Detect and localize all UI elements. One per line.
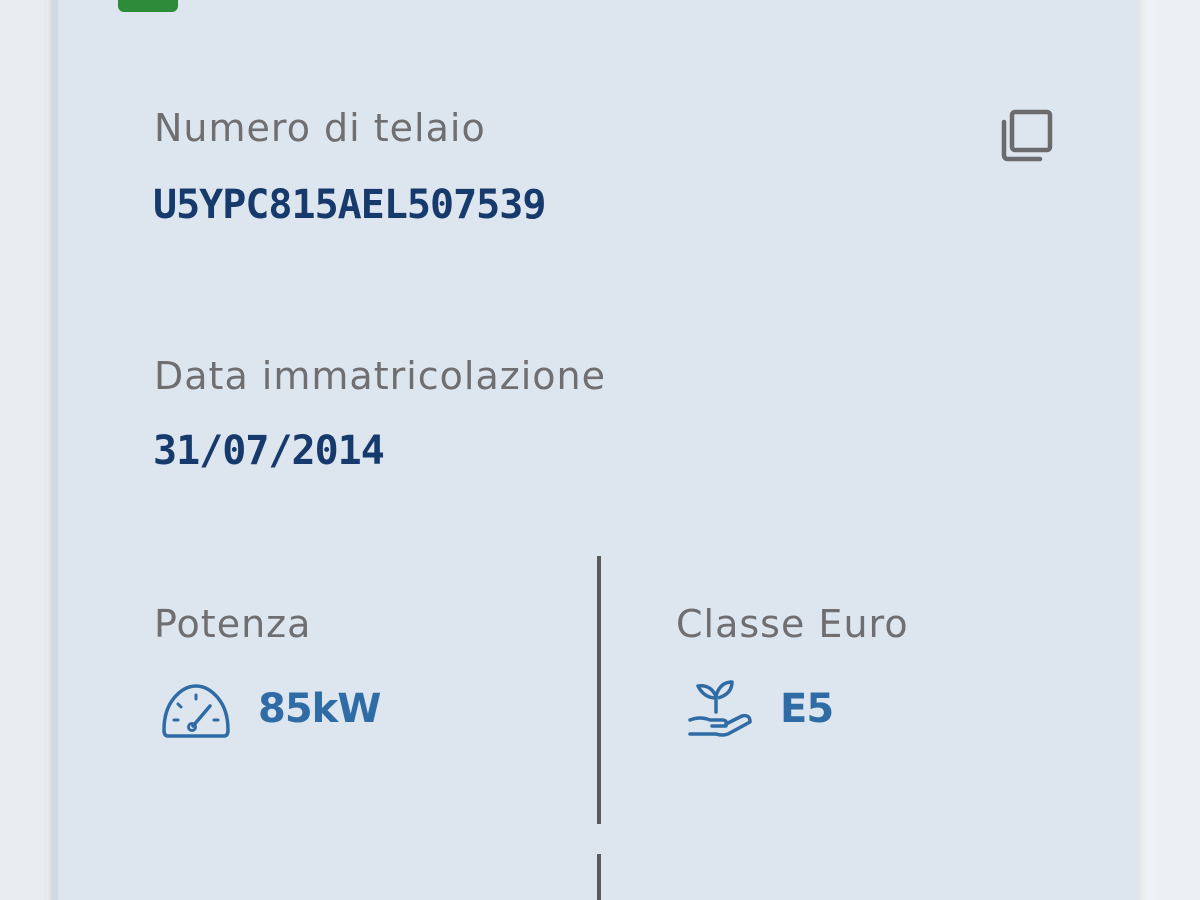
status-badge: [118, 0, 178, 12]
right-gutter: [1156, 0, 1200, 900]
power-value: 85kW: [258, 686, 381, 732]
power-label: Potenza: [154, 602, 312, 646]
vin-label: Numero di telaio: [154, 106, 486, 150]
screen: Numero di telaio U5YPC815AEL507539 Data …: [0, 0, 1200, 900]
plant-hand-icon: [688, 680, 752, 737]
registration-label: Data immatricolazione: [154, 354, 606, 398]
copy-button[interactable]: [996, 106, 1060, 166]
column-divider-lower: [597, 854, 601, 900]
euro-class-value: E5: [780, 686, 834, 732]
copy-icon: [1001, 109, 1053, 162]
euro-class-label: Classe Euro: [676, 602, 909, 646]
speedometer-icon: [162, 684, 230, 738]
vin-value: U5YPC815AEL507539: [153, 182, 546, 228]
registration-value: 31/07/2014: [153, 428, 385, 474]
left-gutter: [0, 0, 46, 900]
column-divider: [597, 556, 601, 824]
